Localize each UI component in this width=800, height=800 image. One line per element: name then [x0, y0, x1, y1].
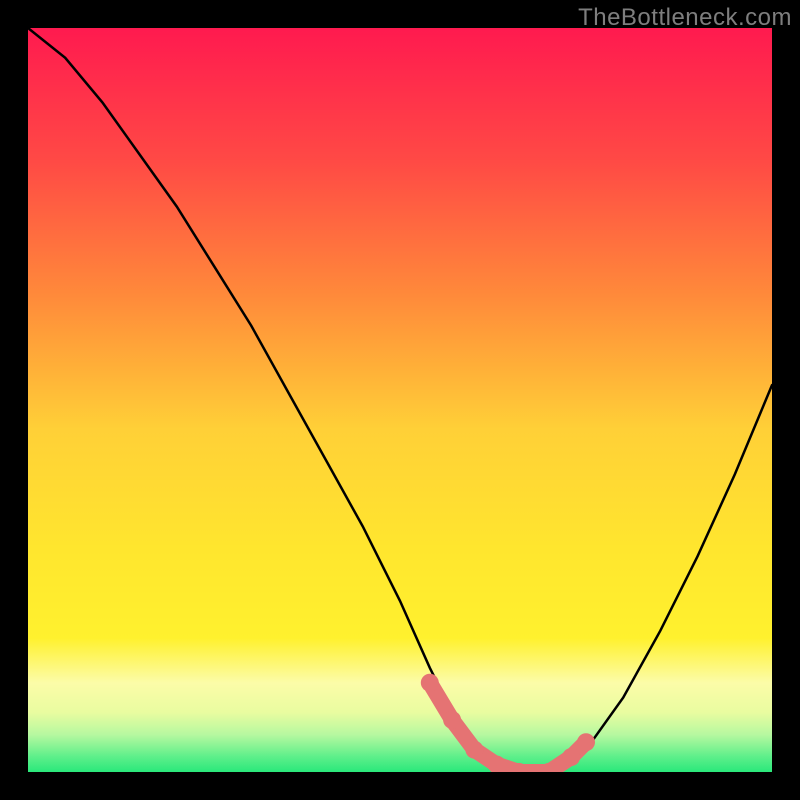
fit-marker-dot [577, 733, 595, 751]
watermark-text: TheBottleneck.com [578, 4, 792, 32]
gradient-background [28, 28, 772, 772]
plot-area [28, 28, 772, 772]
fit-marker-dot [465, 741, 483, 759]
chart-container: TheBottleneck.com [0, 0, 800, 800]
fit-marker-dot [562, 748, 580, 766]
fit-marker-dot [421, 674, 439, 692]
fit-marker-dot [443, 711, 461, 729]
chart-svg [28, 28, 772, 772]
